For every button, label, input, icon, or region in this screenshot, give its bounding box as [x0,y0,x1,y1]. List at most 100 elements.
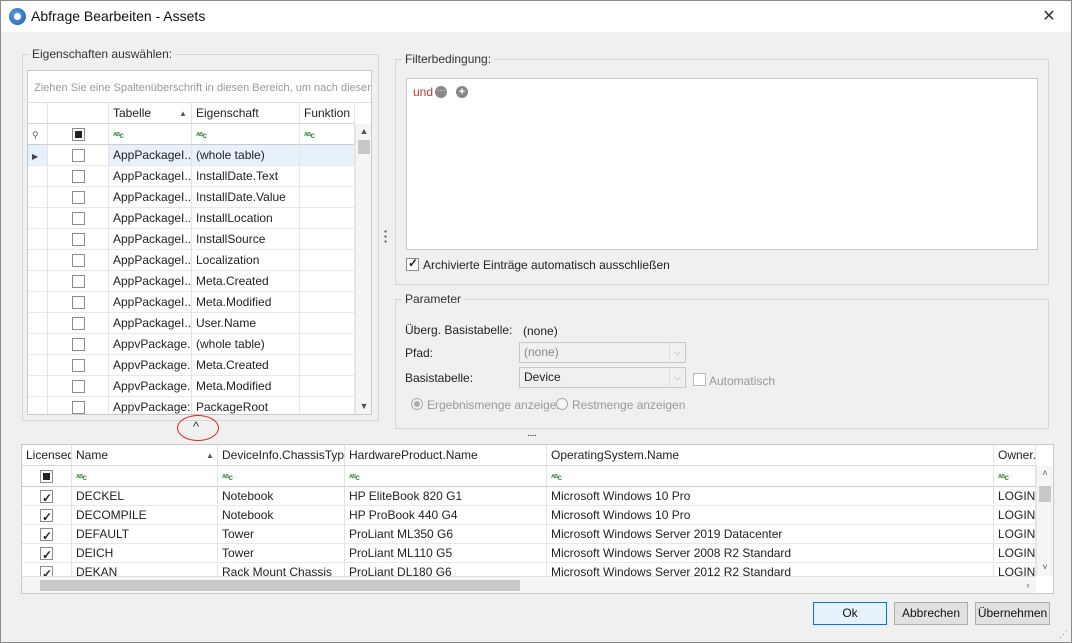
apply-button[interactable]: Übernehmen [975,602,1050,625]
scroll-up-icon[interactable]: ˄ [1037,466,1053,480]
result-cell-hardware[interactable]: HP ProBook 440 G4 [345,506,547,525]
property-row-check-cell[interactable] [48,313,109,334]
result-licensed-cell[interactable] [22,487,72,506]
check-header[interactable] [48,103,109,124]
result-cell-os[interactable]: Microsoft Windows 10 Pro [547,506,994,525]
chevron-down-icon[interactable]: ⌵ [669,368,685,387]
property-row-property[interactable]: (whole table) [192,145,300,166]
property-row-checkbox[interactable] [72,149,85,162]
property-row-table[interactable]: AppPackageI... [109,271,192,292]
filter-operator-und[interactable]: und [413,85,433,99]
property-row-table[interactable]: AppPackageI... [109,208,192,229]
property-row-checkbox[interactable] [72,359,85,372]
show-results-radio[interactable] [411,398,423,410]
property-row-check-cell[interactable] [48,145,109,166]
property-row-table[interactable]: AppvPackage... [109,376,192,397]
property-row-checkbox[interactable] [72,317,85,330]
property-row-function[interactable] [300,376,355,397]
filter-editor[interactable]: und ··· + [406,78,1038,250]
property-row-check-cell[interactable] [48,334,109,355]
property-row-checkbox[interactable] [72,401,85,414]
result-cell-chassis[interactable]: Tower [218,544,345,563]
select-all-checkbox[interactable] [40,470,53,483]
property-row-function[interactable] [300,208,355,229]
property-row-property[interactable]: PackageRoot [192,397,300,414]
property-row-function[interactable] [300,166,355,187]
results-column-header[interactable]: DeviceInfo.ChassisType [218,445,345,466]
close-button[interactable]: ✕ [1035,7,1063,27]
property-row-check-cell[interactable] [48,292,109,313]
result-cell-os[interactable]: Microsoft Windows 10 Pro [547,487,994,506]
property-row-table[interactable]: AppPackageI... [109,187,192,208]
result-cell-owner[interactable]: LOGIN\s [994,544,1036,563]
results-vertical-scrollbar[interactable]: ˄ ˅ [1036,466,1053,576]
result-cell-hardware[interactable]: HP EliteBook 820 G1 [345,487,547,506]
result-cell-hardware[interactable]: ProLiant ML350 G6 [345,525,547,544]
licensed-checkbox[interactable] [40,488,53,505]
property-row-checkbox[interactable] [72,296,85,309]
property-row-check-cell[interactable] [48,229,109,250]
column-header-table[interactable]: Tabelle ▲ [109,103,192,124]
result-cell-name[interactable]: DEFAULT [72,525,218,544]
property-row-checkbox[interactable] [72,191,85,204]
results-filter-cell[interactable]: ᴬᴮc [547,466,994,487]
select-all-checkbox[interactable] [72,128,85,141]
result-cell-chassis[interactable]: Notebook [218,487,345,506]
filter-cell-property[interactable]: ᴬᴮc [192,124,300,145]
property-row-property[interactable]: InstallDate.Value [192,187,300,208]
property-row-check-cell[interactable] [48,208,109,229]
property-row-property[interactable]: InstallLocation [192,208,300,229]
scroll-up-icon[interactable]: ▲ [356,124,371,138]
property-row-table[interactable]: AppPackageI... [109,229,192,250]
property-row-check-cell[interactable] [48,397,109,414]
property-row-function[interactable] [300,313,355,334]
result-cell-hardware[interactable]: ProLiant ML110 G5 [345,544,547,563]
property-row-function[interactable] [300,397,355,414]
property-row-check-cell[interactable] [48,376,109,397]
licensed-checkbox[interactable] [40,526,53,543]
property-row-property[interactable]: (whole table) [192,334,300,355]
filter-cell-function[interactable]: ᴬᴮc [300,124,355,145]
licensed-checkbox[interactable] [40,545,53,562]
property-row-checkbox[interactable] [72,338,85,351]
property-row-check-cell[interactable] [48,271,109,292]
results-column-header[interactable]: Licensed [22,445,72,466]
resize-grip-icon[interactable]: ⋰ [1059,629,1068,640]
result-cell-name[interactable]: DECOMPILE [72,506,218,525]
column-header-property[interactable]: Eigenschaft [192,103,300,124]
property-row-table[interactable]: AppPackageI... [109,250,192,271]
property-row-check-cell[interactable] [48,250,109,271]
scroll-thumb[interactable] [358,140,370,154]
scroll-thumb[interactable] [1039,486,1051,502]
vertical-splitter-grip[interactable] [384,229,387,243]
result-licensed-cell[interactable] [22,506,72,525]
ok-button[interactable]: Ok [813,602,887,625]
filter-cell-table[interactable]: ᴬᴮc [109,124,192,145]
scroll-right-icon[interactable]: › [1020,578,1036,592]
results-horizontal-scrollbar[interactable]: › [22,576,1036,593]
property-row-property[interactable]: Meta.Created [192,355,300,376]
results-column-header[interactable]: OperatingSystem.Name [547,445,994,466]
results-filter-cell[interactable]: ᴬᴮc [218,466,345,487]
result-cell-os[interactable]: Microsoft Windows Server 2008 R2 Standar… [547,544,994,563]
filter-check-cell[interactable] [48,124,109,145]
add-condition-icon[interactable]: + [456,86,468,98]
result-cell-owner[interactable]: LOGIN\F [994,487,1036,506]
property-row-checkbox[interactable] [72,275,85,288]
scroll-down-icon[interactable]: ▼ [356,399,371,413]
path-combo[interactable]: (none) ⌵ [519,342,686,363]
results-filter-cell[interactable] [22,466,72,487]
basistabelle-combo[interactable]: Device ⌵ [519,367,686,388]
property-row-table[interactable]: AppvPackage: [109,397,192,414]
results-filter-cell[interactable]: ᴬᴮc [994,466,1036,487]
property-row-table[interactable]: AppPackageI... [109,166,192,187]
automatic-checkbox[interactable] [693,373,706,386]
property-row-table[interactable]: AppPackageI... [109,145,192,166]
property-row-function[interactable] [300,292,355,313]
property-row-table[interactable]: AppvPackage... [109,355,192,376]
exclude-archived-checkbox[interactable] [406,256,419,271]
property-row-function[interactable] [300,187,355,208]
property-row-table[interactable]: AppPackageI... [109,313,192,334]
property-row-property[interactable]: InstallDate.Text [192,166,300,187]
results-column-header[interactable]: Owner.Nam [994,445,1036,466]
